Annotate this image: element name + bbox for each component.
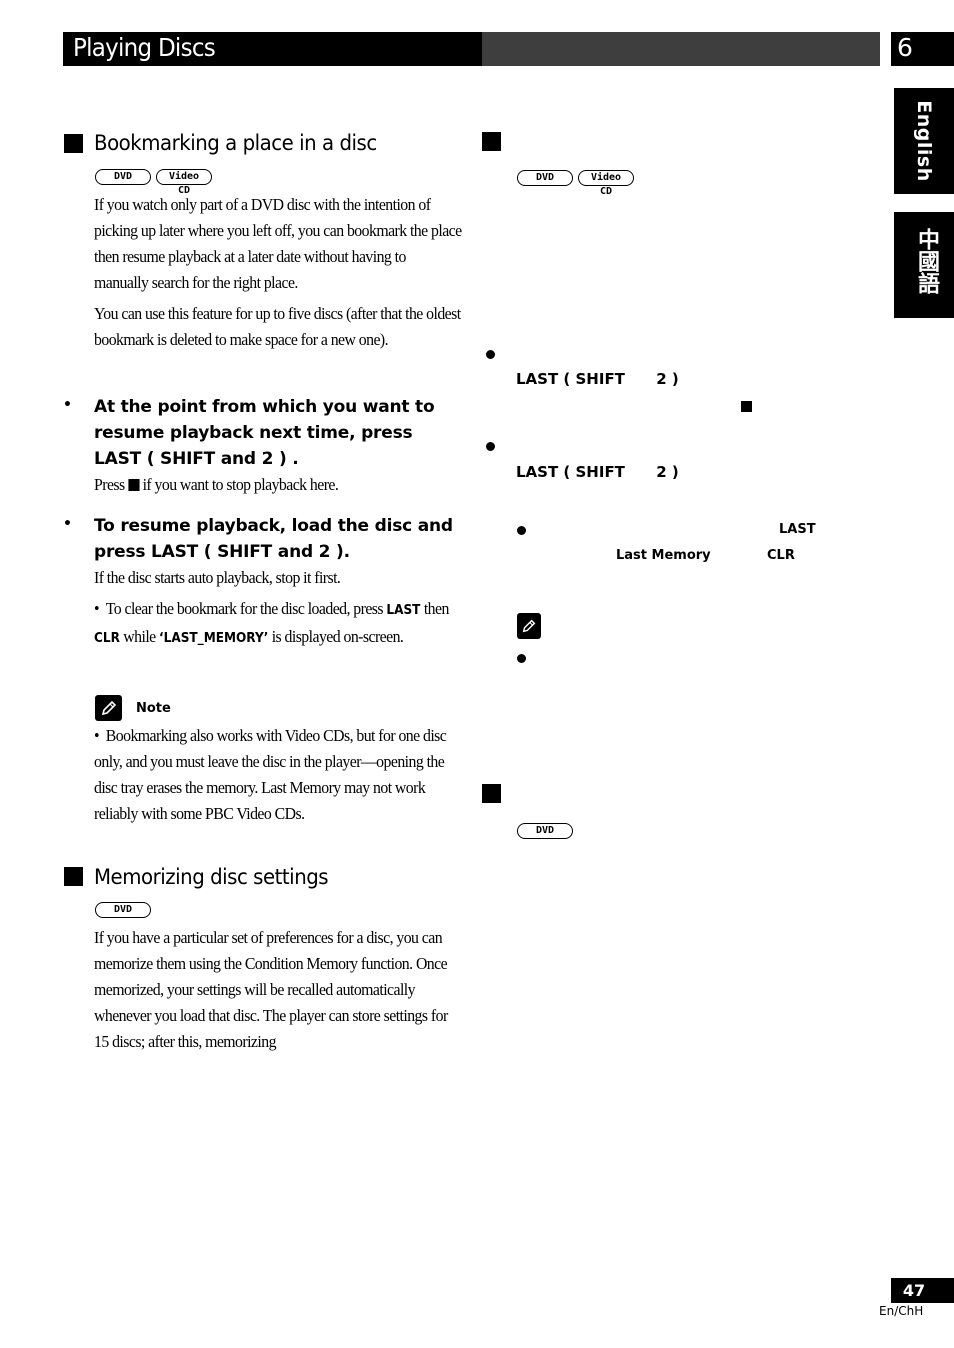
note-text: • Bookmarking also works with Video CDs,…: [94, 723, 462, 827]
intro-paragraph: You can use this feature for up to five …: [94, 304, 461, 349]
stop-icon: [741, 401, 752, 412]
bullet-icon: •: [63, 516, 72, 532]
bullet-icon: [486, 350, 495, 359]
key-sequence-last: LAST ( SHIFT 2 ): [516, 463, 679, 481]
badge-dvd: DVD: [517, 170, 573, 186]
bullet-icon: [517, 526, 526, 535]
language-tab-english-label: English: [913, 100, 935, 182]
onscreen-message: ‘LAST_MEMORY’: [159, 631, 269, 646]
section-marker-icon: [64, 134, 83, 153]
chapter-number: 6: [897, 33, 913, 62]
sub-bullet-text: then: [423, 599, 450, 618]
disc-type-badges: DVD: [95, 902, 151, 918]
disc-type-badges: DVD Video CD: [517, 170, 634, 197]
bullet-icon: •: [94, 726, 106, 745]
key-clr: CLR: [94, 631, 120, 646]
note-body: Bookmarking also works with Video CDs, b…: [94, 726, 447, 823]
language-tab-chinese[interactable]: 中國語: [894, 212, 954, 318]
pencil-icon: [95, 695, 122, 721]
bullet-icon: [486, 442, 495, 451]
section-title-bookmarking: Bookmarking a place in a disc: [94, 131, 377, 155]
badge-video-cd: Video CD: [156, 169, 212, 196]
step-detail: Press if you want to stop playback here.: [94, 472, 462, 498]
sub-bullet-text: is displayed on-screen.: [271, 627, 404, 646]
language-tab-chinese-label: 中國語: [914, 228, 939, 294]
bullet-icon: •: [94, 599, 106, 618]
section-title-memorizing: Memorizing disc settings: [94, 865, 329, 889]
step-instruction: At the point from which you want to resu…: [94, 397, 435, 469]
section-marker-icon: [64, 867, 83, 886]
sub-bullet-text: To clear the bookmark for the disc loade…: [105, 599, 384, 618]
section-marker-icon: [482, 132, 501, 151]
page-number: 47: [902, 1281, 926, 1300]
step-instruction: To resume playback, load the disc and pr…: [94, 516, 453, 562]
memorize-paragraph: If you have a particular set of preferen…: [94, 928, 448, 1051]
page-title: Playing Discs: [73, 33, 216, 62]
badge-video-cd: Video CD: [578, 170, 634, 197]
disc-type-badges: DVD: [517, 823, 573, 839]
section-marker-icon: [482, 784, 501, 803]
key-last: LAST: [779, 522, 816, 537]
badge-dvd: DVD: [517, 823, 573, 839]
language-tab-english[interactable]: English: [894, 88, 954, 194]
step-detail: If the disc starts auto playback, stop i…: [94, 568, 341, 587]
intro-paragraph: If you watch only part of a DVD disc wit…: [94, 195, 462, 292]
key-last: LAST: [386, 603, 421, 618]
bullet-icon: [517, 654, 526, 663]
key-clr: CLR: [767, 548, 795, 563]
badge-dvd: DVD: [95, 902, 151, 918]
note-label: Note: [136, 701, 171, 716]
badge-dvd: DVD: [95, 169, 151, 185]
sub-bullet-text: while: [123, 627, 156, 646]
step-detail-suffix: if you want to stop playback here.: [142, 475, 339, 494]
sub-bullet: • To clear the bookmark for the disc loa…: [94, 596, 462, 652]
key-sequence-last: LAST ( SHIFT 2 ): [516, 370, 679, 388]
onscreen-message: Last Memory: [616, 548, 711, 563]
language-code: En/ChH: [879, 1304, 924, 1318]
step-detail-prefix: Press: [94, 475, 125, 494]
disc-type-badges: DVD Video CD: [95, 169, 212, 196]
stop-icon: [128, 479, 140, 491]
pencil-icon: [517, 613, 541, 639]
bullet-icon: •: [63, 397, 72, 413]
header-bar-shade: [482, 32, 880, 66]
